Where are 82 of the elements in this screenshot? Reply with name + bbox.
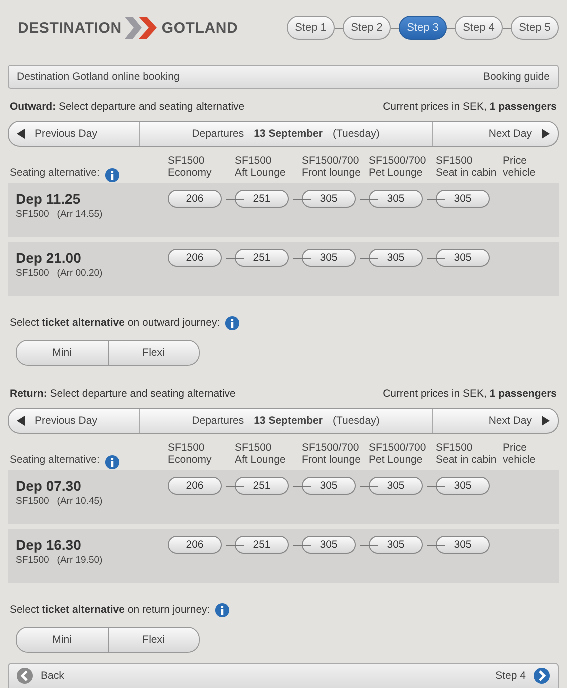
price-button[interactable]: 305 — [436, 477, 490, 495]
previous-day-button[interactable]: Previous Day — [9, 409, 139, 433]
departure-time: Dep 07.30 — [16, 478, 82, 494]
prices-note: Current prices in SEK, 1 passengers — [383, 101, 557, 113]
price-button[interactable]: 305 — [436, 190, 490, 208]
logo-text: DESTINATION — [18, 20, 122, 36]
departure-time: Dep 21.00 — [16, 250, 82, 266]
departure-time: Dep 16.30 — [16, 537, 82, 553]
column-header: SF1500 Economy — [168, 155, 213, 181]
next-day-button[interactable]: Next Day — [433, 409, 558, 433]
ticket-option[interactable]: Flexi — [108, 341, 199, 365]
column-header: SF1500/700 Front lounge — [302, 155, 362, 181]
section-heading: Return: Select departure and seating alternative — [10, 388, 236, 400]
departure-time: Dep 11.25 — [16, 191, 82, 207]
ticket-option[interactable]: Mini — [17, 341, 108, 365]
step-button[interactable]: Step 2 — [343, 16, 391, 40]
vessel-name: SF1500 — [16, 496, 50, 507]
vessel-name: SF1500 — [16, 268, 50, 279]
booking-title: Destination Gotland online booking — [17, 71, 180, 83]
seating-label: Seating alternative: — [10, 167, 100, 181]
price-button[interactable]: 305 — [302, 190, 356, 208]
booking-guide-link[interactable]: Booking guide — [483, 71, 550, 83]
column-header: SF1500 Economy — [168, 442, 213, 468]
price-button[interactable]: 251 — [235, 249, 289, 267]
logo-text: GOTLAND — [162, 20, 238, 36]
step-button[interactable]: Step 1 — [287, 16, 335, 40]
step-button[interactable]: Step 4 — [455, 16, 503, 40]
price-button[interactable]: 305 — [436, 249, 490, 267]
arrival-time: (Arr 19.50) — [57, 555, 103, 566]
price-button[interactable]: 251 — [235, 477, 289, 495]
right-arrow-icon — [542, 129, 550, 139]
column-header: Price vehicle — [503, 155, 537, 181]
arrival-time: (Arr 00.20) — [57, 268, 103, 279]
price-button[interactable]: 305 — [369, 190, 423, 208]
ticket-option[interactable]: Mini — [17, 628, 108, 652]
price-button[interactable]: 305 — [302, 536, 356, 554]
price-button[interactable]: 251 — [235, 536, 289, 554]
arrival-time: (Arr 10.45) — [57, 496, 103, 507]
departure-date: Departures 13 September (Tuesday) — [139, 409, 433, 433]
price-button[interactable]: 305 — [302, 249, 356, 267]
seating-label: Seating alternative: — [10, 454, 100, 468]
arrival-time: (Arr 14.55) — [57, 209, 103, 220]
vessel-name: SF1500 — [16, 555, 50, 566]
vessel-name: SF1500 — [16, 209, 50, 220]
next-step-button[interactable]: Step 4 — [496, 668, 550, 684]
ticket-label: Select ticket alternative on return journey: — [10, 604, 210, 616]
chevron-logo-icon — [124, 17, 159, 39]
column-header: SF1500 Seat in cabin — [436, 442, 498, 468]
next-day-button[interactable]: Next Day — [433, 122, 558, 146]
step-button[interactable]: Step 3 — [399, 16, 447, 40]
info-icon[interactable] — [104, 454, 120, 470]
price-button[interactable]: 206 — [168, 249, 222, 267]
column-header: SF1500 Seat in cabin — [436, 155, 498, 181]
price-button[interactable]: 305 — [369, 249, 423, 267]
column-header: Price vehicle — [503, 442, 537, 468]
back-button[interactable]: Back — [17, 668, 64, 684]
column-header: SF1500/700 Front lounge — [302, 442, 362, 468]
price-button[interactable]: 251 — [235, 190, 289, 208]
left-arrow-icon — [17, 129, 25, 139]
column-header: SF1500/700 Pet Lounge — [369, 155, 428, 181]
price-button[interactable]: 206 — [168, 477, 222, 495]
price-button[interactable]: 305 — [369, 536, 423, 554]
price-button[interactable]: 305 — [436, 536, 490, 554]
ticket-option[interactable]: Flexi — [108, 628, 199, 652]
column-header: SF1500 Aft Lounge — [235, 442, 287, 468]
price-button[interactable]: 305 — [302, 477, 356, 495]
price-button[interactable]: 305 — [369, 477, 423, 495]
ticket-label: Select ticket alternative on outward journey: — [10, 317, 220, 329]
step-button[interactable]: Step 5 — [511, 16, 559, 40]
price-button[interactable]: 206 — [168, 536, 222, 554]
departure-date: Departures 13 September (Tuesday) — [139, 122, 433, 146]
right-arrow-icon — [542, 416, 550, 426]
section-heading: Outward: Select departure and seating alternative — [10, 101, 245, 113]
left-arrow-icon — [17, 416, 25, 426]
info-icon[interactable] — [104, 168, 120, 182]
info-icon[interactable] — [225, 316, 240, 330]
info-icon[interactable] — [215, 602, 230, 618]
column-header: SF1500/700 Pet Lounge — [369, 442, 428, 468]
prices-note: Current prices in SEK, 1 passengers — [383, 388, 557, 400]
previous-day-button[interactable]: Previous Day — [9, 122, 139, 146]
column-header: SF1500 Aft Lounge — [235, 155, 287, 181]
price-button[interactable]: 206 — [168, 190, 222, 208]
